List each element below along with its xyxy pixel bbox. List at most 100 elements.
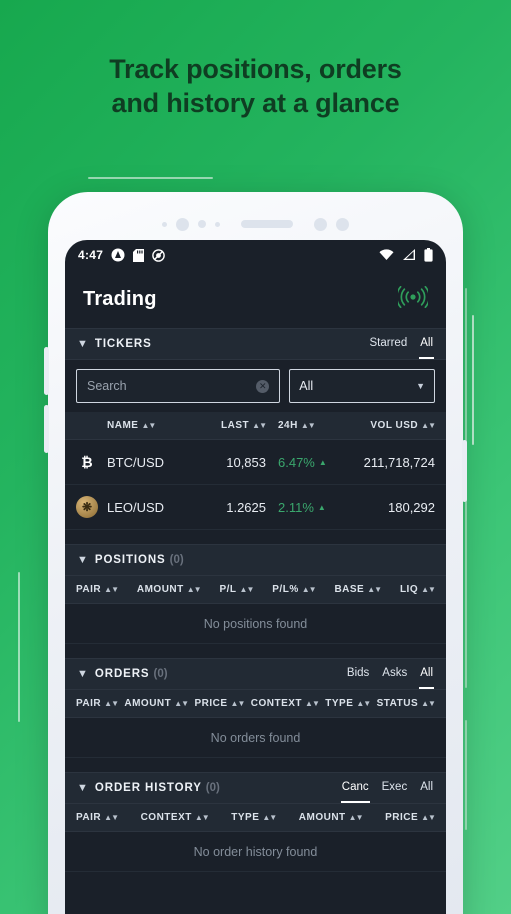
volume-down-button[interactable] bbox=[44, 405, 49, 453]
column-type[interactable]: TYPE ▲▼ bbox=[325, 698, 371, 709]
sort-icon: ▲▼ bbox=[305, 699, 320, 708]
ticker-name: LEO/USD bbox=[107, 499, 165, 515]
section-gap bbox=[65, 530, 446, 544]
tickers-tab-all[interactable]: All bbox=[419, 329, 434, 359]
order-history-section-header[interactable]: ▼ ORDER HISTORY (0) Canc Exec All bbox=[65, 772, 446, 804]
positions-empty-text: No positions found bbox=[65, 604, 446, 644]
triangle-up-icon: ▲ bbox=[317, 502, 326, 512]
column-amount[interactable]: AMOUNT ▲▼ bbox=[137, 584, 202, 595]
app-header: Trading bbox=[65, 270, 446, 328]
sort-icon: ▲▼ bbox=[262, 813, 277, 822]
cellular-signal-icon bbox=[402, 249, 416, 261]
column-pair[interactable]: PAIR ▲▼ bbox=[76, 584, 119, 595]
positions-title: POSITIONS bbox=[94, 554, 166, 566]
phone-sensor-strip bbox=[48, 214, 463, 234]
pair-filter-select[interactable]: All ▼ bbox=[289, 369, 435, 403]
column-price[interactable]: PRICE ▲▼ bbox=[385, 812, 436, 823]
ticker-last: 10,853 bbox=[226, 454, 266, 470]
order-history-count: (0) bbox=[205, 782, 220, 794]
order-history-tab-exec[interactable]: Exec bbox=[381, 773, 409, 803]
ticker-name: BTC/USD bbox=[107, 454, 165, 470]
order-history-tab-canc[interactable]: Canc bbox=[340, 773, 370, 803]
column-vol-usd[interactable]: VOL USD ▲▼ bbox=[340, 420, 436, 431]
column-status[interactable]: STATUS ▲▼ bbox=[377, 698, 436, 709]
power-button[interactable] bbox=[462, 440, 467, 502]
sensor-dot bbox=[198, 220, 206, 228]
decorative-line-right-2 bbox=[472, 315, 474, 445]
chevron-down-icon: ▼ bbox=[416, 381, 425, 391]
column-pl[interactable]: P/L ▲▼ bbox=[219, 584, 255, 595]
column-pair[interactable]: PAIR ▲▼ bbox=[76, 698, 119, 709]
decorative-line-top bbox=[88, 177, 213, 179]
sort-icon: ▲▼ bbox=[104, 813, 119, 822]
chevron-down-icon: ▼ bbox=[77, 337, 88, 350]
wifi-icon bbox=[379, 249, 394, 261]
order-history-tab-all[interactable]: All bbox=[419, 773, 434, 803]
sort-icon: ▲▼ bbox=[104, 699, 119, 708]
sort-icon: ▲▼ bbox=[174, 699, 189, 708]
sort-icon: ▲▼ bbox=[421, 699, 436, 708]
column-amount[interactable]: AMOUNT ▲▼ bbox=[124, 698, 189, 709]
clear-circle-icon[interactable]: ✕ bbox=[256, 379, 270, 393]
orders-tab-asks[interactable]: Asks bbox=[381, 659, 408, 689]
positions-count: (0) bbox=[169, 554, 184, 566]
orders-tab-all[interactable]: All bbox=[419, 659, 434, 689]
earpiece-speaker bbox=[241, 220, 293, 228]
sensor-dot bbox=[162, 221, 167, 227]
sort-icon: ▲▼ bbox=[239, 585, 255, 594]
sort-icon: ▲▼ bbox=[194, 813, 210, 822]
tickers-filter-row: ✕ All ▼ bbox=[65, 360, 446, 412]
sort-icon: ▲▼ bbox=[421, 421, 436, 430]
orders-column-header: PAIR ▲▼ AMOUNT ▲▼ PRICE ▲▼ CONTEXT ▲▼ TYPE ▲▼… bbox=[65, 690, 446, 718]
ticker-volume: 180,292 bbox=[388, 499, 435, 515]
column-pl-pct[interactable]: P/L% ▲▼ bbox=[272, 584, 317, 595]
column-context[interactable]: CONTEXT ▲▼ bbox=[251, 698, 320, 709]
promo-headline: Track positions, orders and history at a… bbox=[0, 52, 511, 120]
broadcast-signal-icon[interactable] bbox=[396, 285, 430, 313]
table-row[interactable]: ❋ LEO/USD 1.2625 2.11% ▲ 180,292 bbox=[65, 485, 446, 530]
orders-tab-bids[interactable]: Bids bbox=[346, 659, 370, 689]
volume-up-button[interactable] bbox=[44, 347, 49, 395]
order-history-column-header: PAIR ▲▼ CONTEXT ▲▼ TYPE ▲▼ AMOUNT ▲▼ PRICE ▲▼ bbox=[65, 804, 446, 832]
section-gap bbox=[65, 758, 446, 772]
ticker-volume: 211,718,724 bbox=[363, 454, 435, 470]
sort-icon: ▲▼ bbox=[356, 699, 371, 708]
sort-icon: ▲▼ bbox=[301, 585, 317, 594]
column-liq[interactable]: LIQ ▲▼ bbox=[400, 584, 436, 595]
sort-icon: ▲▼ bbox=[104, 585, 119, 594]
column-base[interactable]: BASE ▲▼ bbox=[334, 584, 382, 595]
tickers-section-header[interactable]: ▼ TICKERS Starred All bbox=[65, 328, 446, 360]
btc-icon: ₿ bbox=[81, 454, 93, 470]
search-field[interactable]: ✕ bbox=[76, 369, 281, 403]
column-pair[interactable]: PAIR ▲▼ bbox=[76, 812, 119, 823]
column-amount[interactable]: AMOUNT ▲▼ bbox=[299, 812, 364, 823]
column-24h[interactable]: 24H ▲▼ bbox=[266, 420, 340, 431]
column-last[interactable]: LAST ▲▼ bbox=[204, 420, 267, 431]
phone-mockup: 4:47 Trading ▼ TICKERS Starred All Searc… bbox=[44, 192, 467, 914]
positions-column-header: PAIR ▲▼ AMOUNT ▲▼ P/L ▲▼ P/L% ▲▼ BASE ▲▼ LIQ ▲… bbox=[65, 576, 446, 604]
table-row[interactable]: ₿ BTC/USD 10,853 6.47% ▲ 211,718,724 bbox=[65, 440, 446, 485]
sort-icon: ▲▼ bbox=[300, 421, 316, 430]
pair-filter-value: All bbox=[299, 379, 314, 393]
sort-icon: ▲▼ bbox=[141, 421, 156, 430]
status-clock: 4:47 bbox=[78, 248, 104, 262]
ticker-change: 6.47% ▲ bbox=[278, 454, 327, 470]
sort-icon: ▲▼ bbox=[348, 813, 364, 822]
sort-icon: ▲▼ bbox=[421, 585, 436, 594]
tickers-tab-starred[interactable]: Starred bbox=[369, 329, 409, 359]
orders-section-header[interactable]: ▼ ORDERS (0) Bids Asks All bbox=[65, 658, 446, 690]
sensor-dot bbox=[215, 221, 220, 227]
tickers-title: TICKERS bbox=[94, 338, 152, 350]
app-a-icon bbox=[111, 248, 125, 262]
column-type[interactable]: TYPE ▲▼ bbox=[231, 812, 277, 823]
order-history-empty-text: No order history found bbox=[65, 832, 446, 872]
column-name[interactable]: NAME ▲▼ bbox=[76, 420, 204, 431]
column-price[interactable]: PRICE ▲▼ bbox=[194, 698, 245, 709]
sd-card-icon bbox=[133, 248, 145, 262]
sensor-dot bbox=[314, 217, 327, 231]
orders-empty-text: No orders found bbox=[65, 718, 446, 758]
positions-section-header[interactable]: ▼ POSITIONS (0) bbox=[65, 544, 446, 576]
column-context[interactable]: CONTEXT ▲▼ bbox=[141, 812, 210, 823]
sort-icon: ▲▼ bbox=[186, 585, 202, 594]
search-input[interactable] bbox=[87, 379, 252, 393]
